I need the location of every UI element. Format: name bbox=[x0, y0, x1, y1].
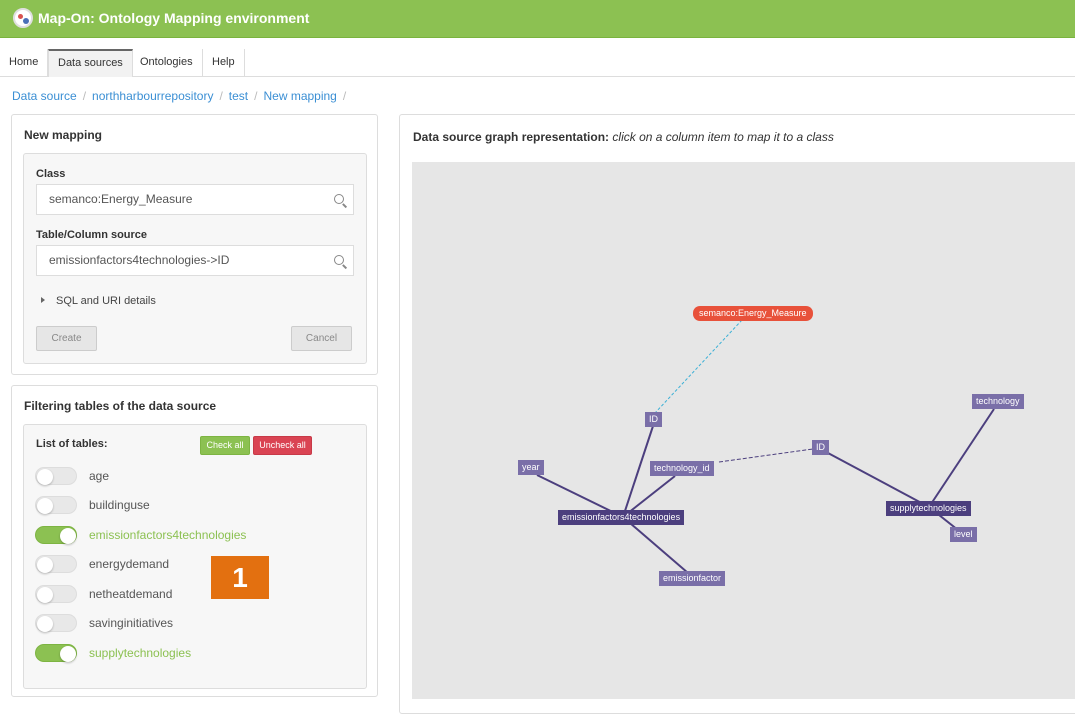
node-class-energy-measure[interactable]: semanco:Energy_Measure bbox=[693, 306, 813, 321]
edge-class-mapping bbox=[654, 319, 743, 414]
node-column-technology-id[interactable]: technology_id bbox=[650, 461, 714, 476]
table-name-netheatdemand: netheatdemand bbox=[89, 587, 173, 601]
breadcrumb: Data source / northharbourrepository / test /… bbox=[12, 89, 347, 103]
toggle-emissionfactors4technologies[interactable] bbox=[35, 526, 77, 544]
breadcrumb-repository[interactable]: northharbourrepository bbox=[92, 89, 213, 103]
node-column-technology[interactable]: technology bbox=[972, 394, 1024, 409]
sql-uri-details-toggle[interactable]: SQL and URI details bbox=[56, 295, 156, 307]
uncheck-all-button[interactable]: Uncheck all bbox=[253, 436, 312, 455]
toggle-knob bbox=[37, 469, 53, 485]
list-of-tables-label: List of tables: bbox=[36, 438, 108, 450]
source-input[interactable]: emissionfactors4technologies->ID bbox=[36, 245, 354, 276]
toggle-knob bbox=[60, 528, 76, 544]
filtering-title: Filtering tables of the data source bbox=[24, 399, 217, 413]
toggle-knob bbox=[37, 557, 53, 573]
table-name-supplytechnologies: supplytechnologies bbox=[89, 646, 192, 660]
node-table-supplytechnologies[interactable]: supplytechnologies bbox=[886, 501, 971, 516]
table-name-savinginitiatives: savinginitiatives bbox=[89, 616, 174, 630]
tab-home[interactable]: Home bbox=[0, 49, 49, 77]
app-logo-icon bbox=[13, 8, 33, 28]
mapping-form: Class semanco:Energy_Measure Table/Colum… bbox=[23, 153, 367, 364]
edge-technology bbox=[928, 408, 995, 508]
toggle-knob bbox=[60, 646, 76, 662]
graph-edges bbox=[536, 319, 995, 580]
tab-help[interactable]: Help bbox=[203, 49, 245, 77]
main-nav: Home Data sources Ontologies Help bbox=[0, 49, 1075, 77]
breadcrumb-new-mapping[interactable]: New mapping bbox=[263, 89, 336, 103]
node-column-level[interactable]: level bbox=[950, 527, 977, 542]
create-button[interactable]: Create bbox=[36, 326, 97, 351]
class-input[interactable]: semanco:Energy_Measure bbox=[36, 184, 354, 215]
table-name-energydemand: energydemand bbox=[89, 557, 170, 571]
annotation-badge: 1 bbox=[211, 556, 269, 599]
search-icon[interactable] bbox=[334, 194, 344, 204]
table-name-age: age bbox=[89, 469, 110, 483]
table-name-emissionfactors4technologies: emissionfactors4technologies bbox=[89, 528, 247, 542]
node-table-emissionfactors4technologies[interactable]: emissionfactors4technologies bbox=[558, 510, 685, 525]
class-input-value: semanco:Energy_Measure bbox=[49, 192, 193, 206]
app-header: Map-On: Ontology Mapping environment bbox=[0, 0, 1075, 38]
app-title: Map-On: Ontology Mapping environment bbox=[38, 10, 310, 26]
toggle-knob bbox=[37, 616, 53, 632]
edge-foreign-key bbox=[718, 447, 821, 463]
class-label: Class bbox=[36, 168, 66, 180]
node-column-emissionfactor[interactable]: emissionfactor bbox=[659, 571, 726, 586]
cancel-button[interactable]: Cancel bbox=[291, 326, 352, 351]
edge-emissionfactor bbox=[622, 516, 696, 580]
source-label: Table/Column source bbox=[36, 229, 148, 241]
source-input-value: emissionfactors4technologies->ID bbox=[49, 253, 230, 267]
caret-right-icon[interactable] bbox=[41, 297, 45, 303]
graph-canvas[interactable]: semanco:Energy_Measure ID year technolog… bbox=[412, 162, 1075, 699]
graph-title-hint: click on a column item to map it to a cl… bbox=[612, 130, 834, 144]
tables-list: List of tables: Check all Uncheck all ag… bbox=[23, 424, 367, 689]
toggle-knob bbox=[37, 587, 53, 603]
tab-data-sources[interactable]: Data sources bbox=[48, 49, 133, 77]
node-column-id[interactable]: ID bbox=[645, 412, 662, 427]
graph-title-bold: Data source graph representation: bbox=[413, 130, 610, 144]
node-column-supply-id[interactable]: ID bbox=[812, 440, 829, 455]
check-all-button[interactable]: Check all bbox=[200, 436, 250, 455]
toggle-age[interactable] bbox=[35, 467, 77, 485]
node-column-year[interactable]: year bbox=[518, 460, 544, 475]
new-mapping-title: New mapping bbox=[24, 128, 103, 142]
new-mapping-panel: New mapping Class semanco:Energy_Measure… bbox=[11, 114, 378, 375]
breadcrumb-data-source[interactable]: Data source bbox=[12, 89, 77, 103]
table-name-buildinguse: buildinguse bbox=[89, 498, 150, 512]
toggle-supplytechnologies[interactable] bbox=[35, 644, 77, 662]
edge-supply-id bbox=[827, 452, 930, 508]
filtering-panel: Filtering tables of the data source List… bbox=[11, 385, 378, 697]
toggle-savinginitiatives[interactable] bbox=[35, 614, 77, 632]
graph-title: Data source graph representation: click … bbox=[413, 130, 834, 144]
toggle-netheatdemand[interactable] bbox=[35, 585, 77, 603]
breadcrumb-test[interactable]: test bbox=[229, 89, 248, 103]
toggle-energydemand[interactable] bbox=[35, 555, 77, 573]
tab-ontologies[interactable]: Ontologies bbox=[131, 49, 203, 77]
toggle-buildinguse[interactable] bbox=[35, 496, 77, 514]
toggle-knob bbox=[37, 498, 53, 514]
search-icon[interactable] bbox=[334, 255, 344, 265]
